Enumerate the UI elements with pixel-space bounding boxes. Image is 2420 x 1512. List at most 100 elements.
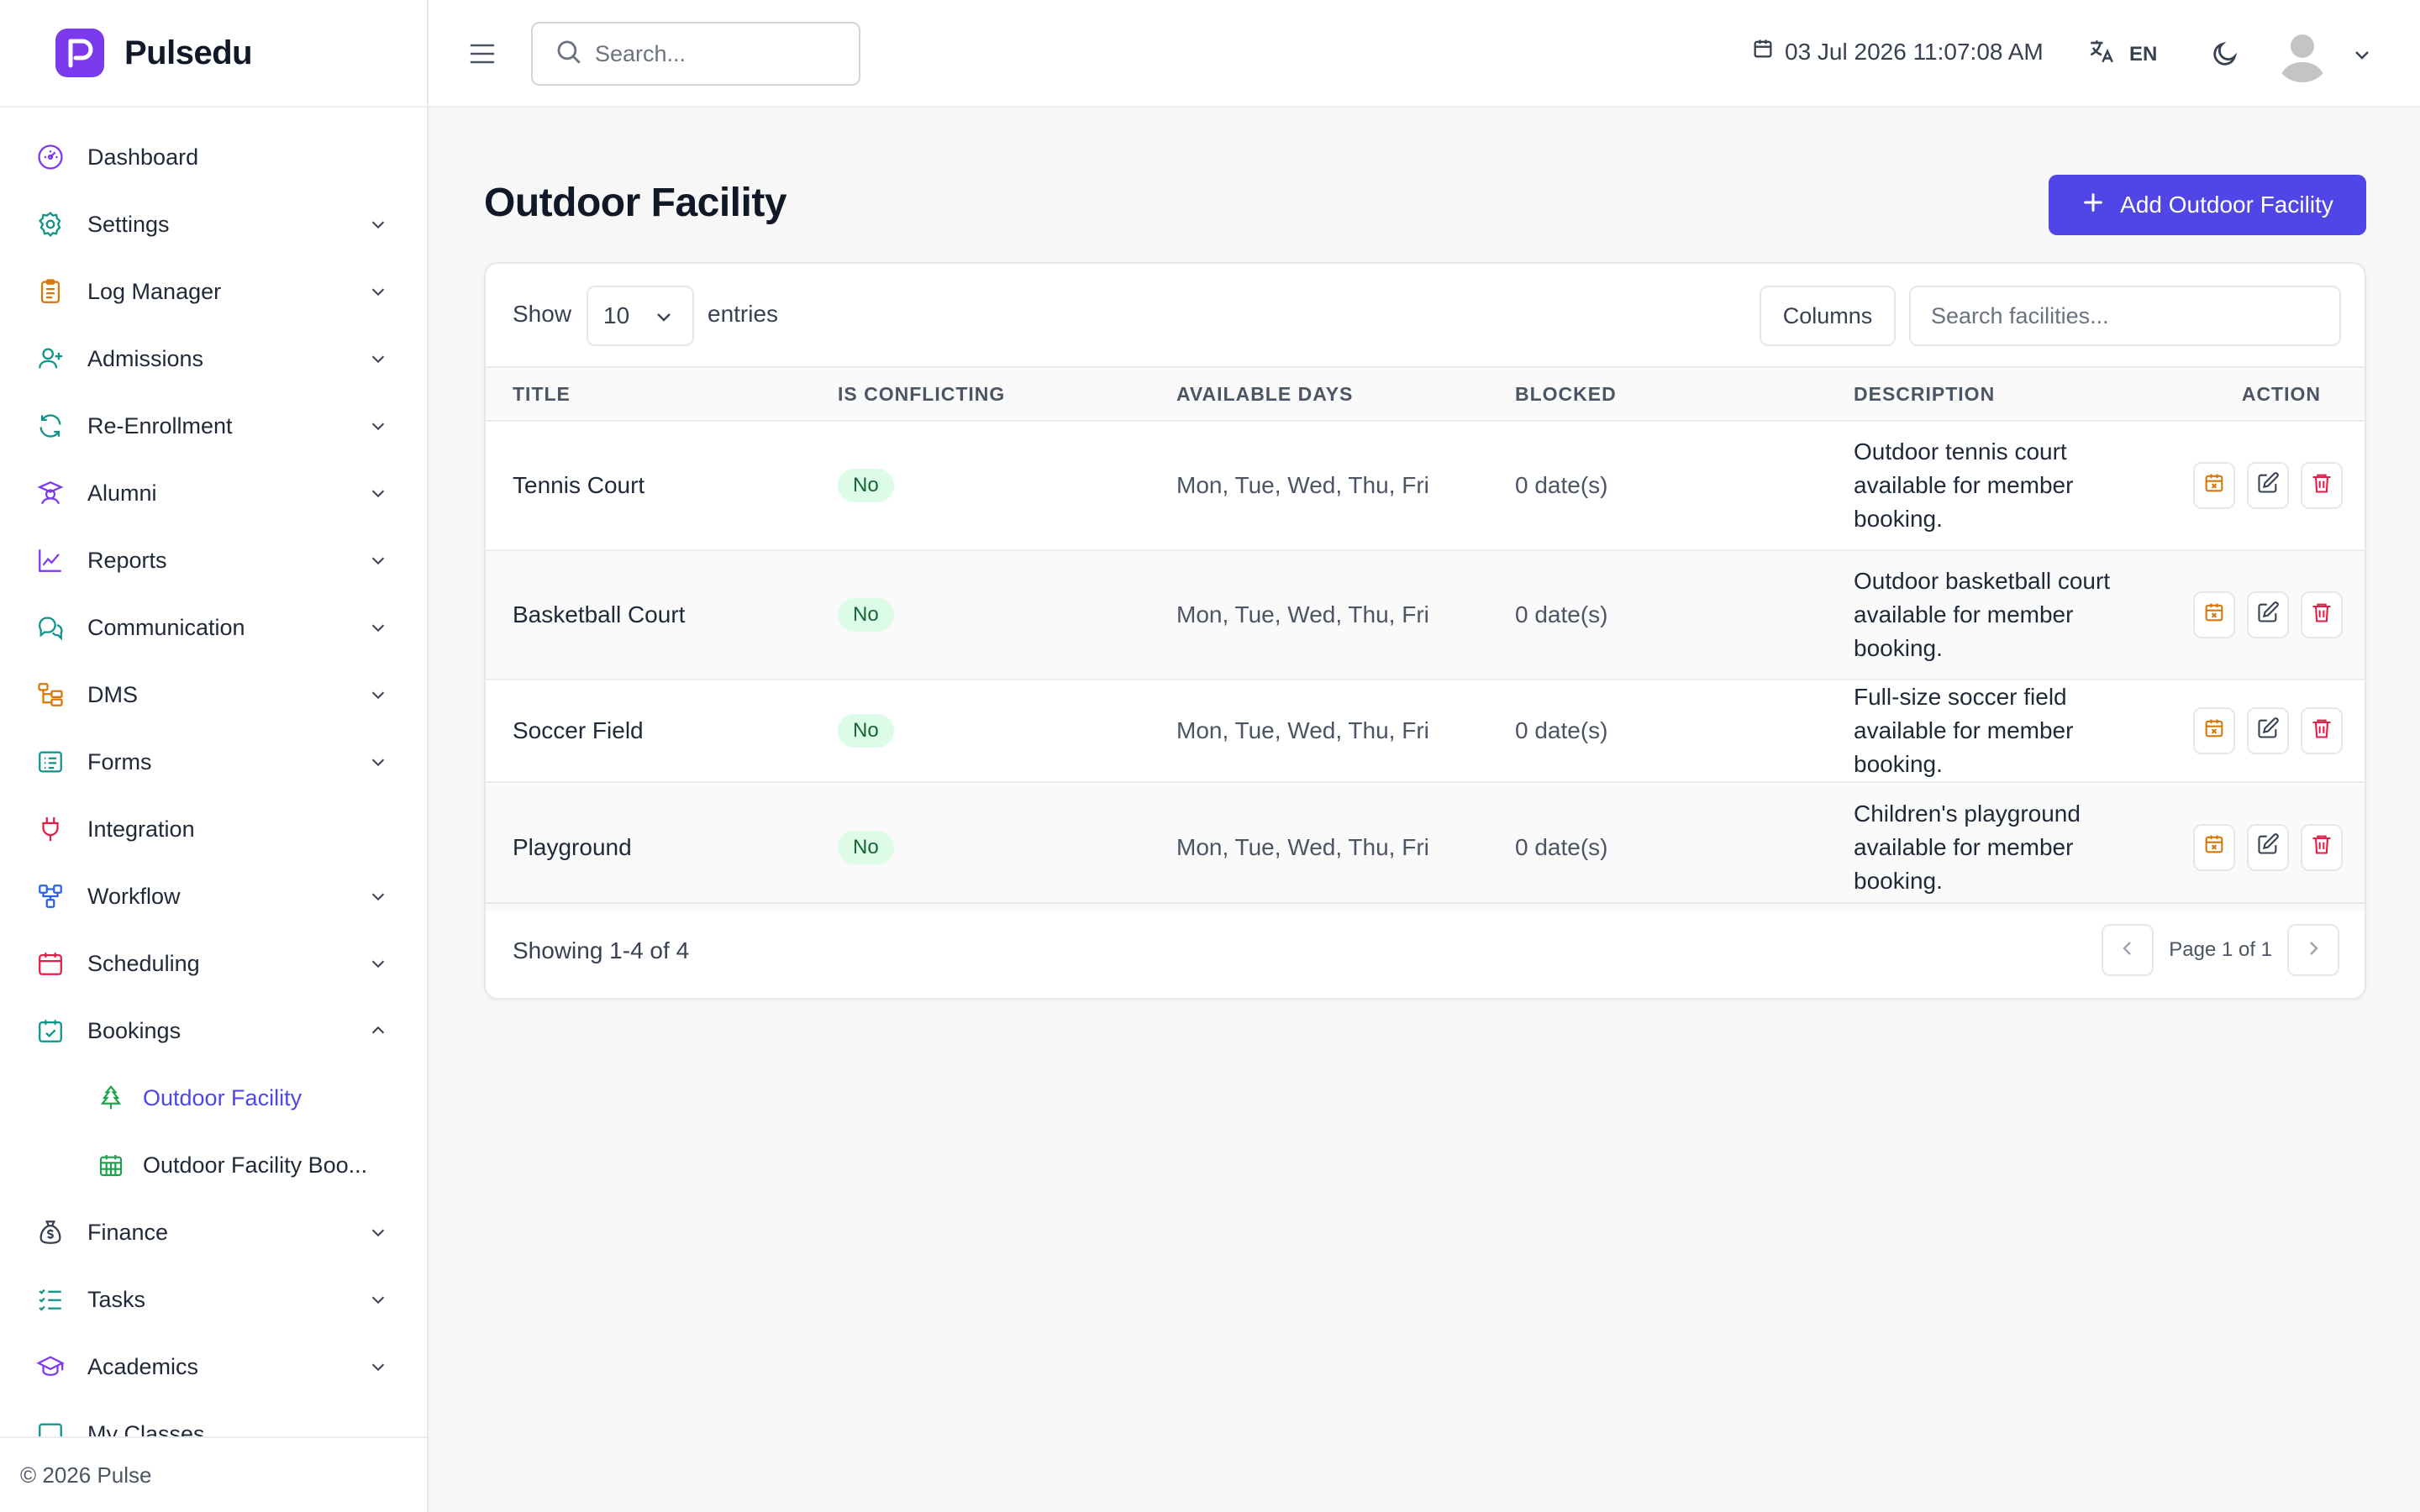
user-avatar[interactable] bbox=[2274, 25, 2331, 82]
line-chart-icon bbox=[34, 543, 67, 577]
sidebar-subitem-outdoor-facility[interactable]: Outdoor Facility bbox=[0, 1064, 427, 1131]
cell-title: Playground bbox=[513, 833, 632, 860]
sidebar-item-re-enrollment[interactable]: Re-Enrollment bbox=[0, 392, 427, 459]
sidebar-item-alumni[interactable]: Alumni bbox=[0, 459, 427, 527]
calendar-icon bbox=[1751, 37, 1775, 66]
cell-blocked: 0 date(s) bbox=[1515, 717, 1608, 743]
add-outdoor-facility-button[interactable]: Add Outdoor Facility bbox=[2049, 175, 2366, 235]
sidebar-item-forms[interactable]: Forms bbox=[0, 728, 427, 795]
chevron-down-icon bbox=[366, 549, 390, 572]
translate-icon bbox=[2087, 37, 2116, 71]
sidebar-item-dms[interactable]: DMS bbox=[0, 661, 427, 728]
chevron-down-icon bbox=[366, 213, 390, 236]
sidebar-item-academics[interactable]: Academics bbox=[0, 1333, 427, 1400]
edit-button[interactable] bbox=[2247, 462, 2289, 509]
dark-mode-toggle-icon[interactable] bbox=[2208, 37, 2242, 71]
sidebar-item-tasks[interactable]: Tasks bbox=[0, 1266, 427, 1333]
sidebar-item-my-classes[interactable]: My Classes bbox=[0, 1400, 427, 1436]
column-header-blocked[interactable]: BLOCKED bbox=[1488, 367, 1827, 421]
sidebar-item-reports[interactable]: Reports bbox=[0, 527, 427, 594]
language-switcher[interactable]: EN bbox=[2087, 37, 2157, 71]
column-header-available-days[interactable]: AVAILABLE DAYS bbox=[1150, 367, 1488, 421]
entries-label: entries bbox=[708, 301, 779, 327]
workflow-icon bbox=[34, 879, 67, 913]
edit-button[interactable] bbox=[2247, 823, 2289, 871]
cell-description: Outdoor tennis court available for membe… bbox=[1854, 438, 2074, 532]
language-code: EN bbox=[2129, 42, 2158, 66]
cell-description: Children's playground available for memb… bbox=[1854, 800, 2081, 894]
delete-button[interactable] bbox=[2301, 591, 2343, 638]
chevron-down-icon bbox=[366, 414, 390, 438]
block-dates-button[interactable] bbox=[2193, 823, 2235, 871]
table-row: Soccer Field No Mon, Tue, Wed, Thu, Fri … bbox=[486, 680, 2365, 782]
calendar-x-icon bbox=[2202, 601, 2226, 630]
sidebar-item-admissions[interactable]: Admissions bbox=[0, 325, 427, 392]
cell-blocked: 0 date(s) bbox=[1515, 601, 1608, 627]
block-dates-button[interactable] bbox=[2193, 591, 2235, 638]
conflicting-badge: No bbox=[838, 598, 894, 632]
table-toolbar: Show 10 entries Columns bbox=[486, 264, 2365, 366]
global-search-input[interactable] bbox=[595, 40, 847, 67]
cell-description: Outdoor basketball court available for m… bbox=[1854, 568, 2111, 661]
column-header-is-conflicting[interactable]: IS CONFLICTING bbox=[811, 367, 1150, 421]
cell-description: Full-size soccer field available for mem… bbox=[1854, 684, 2074, 777]
sidebar-subitem-outdoor-facility-bookings[interactable]: Outdoor Facility Boo... bbox=[0, 1131, 427, 1199]
block-dates-button[interactable] bbox=[2193, 462, 2235, 509]
sidebar-item-workflow[interactable]: Workflow bbox=[0, 863, 427, 930]
sidebar: Pulsedu Dashboard Settings Log Manager A… bbox=[0, 0, 429, 1512]
table-header-row: TITLE IS CONFLICTING AVAILABLE DAYS BLOC… bbox=[486, 367, 2365, 421]
graduate-icon bbox=[34, 476, 67, 510]
brand-logo-icon bbox=[55, 29, 104, 77]
form-icon bbox=[34, 745, 67, 779]
calendar-icon bbox=[34, 947, 67, 980]
search-icon bbox=[555, 38, 583, 71]
add-button-label: Add Outdoor Facility bbox=[2120, 192, 2333, 218]
show-label: Show bbox=[513, 301, 572, 327]
delete-button[interactable] bbox=[2301, 462, 2343, 509]
block-dates-button[interactable] bbox=[2193, 707, 2235, 754]
column-header-title[interactable]: TITLE bbox=[486, 367, 811, 421]
column-header-action: ACTION bbox=[2241, 382, 2321, 405]
sidebar-item-communication[interactable]: Communication bbox=[0, 594, 427, 661]
calendar-x-icon bbox=[2202, 832, 2226, 862]
columns-button[interactable]: Columns bbox=[1760, 286, 1896, 346]
delete-button[interactable] bbox=[2301, 823, 2343, 871]
cell-available-days: Mon, Tue, Wed, Thu, Fri bbox=[1176, 833, 1429, 860]
sidebar-item-log-manager[interactable]: Log Manager bbox=[0, 258, 427, 325]
entries-per-page-select[interactable]: 10 bbox=[587, 286, 694, 346]
sidebar-item-settings[interactable]: Settings bbox=[0, 191, 427, 258]
chevron-down-icon bbox=[366, 1355, 390, 1378]
column-header-description[interactable]: DESCRIPTION bbox=[1827, 367, 2165, 421]
trash-icon bbox=[2310, 601, 2333, 630]
chat-icon bbox=[34, 611, 67, 644]
next-page-button[interactable] bbox=[2287, 924, 2339, 976]
global-search[interactable] bbox=[531, 22, 860, 86]
folder-tree-icon bbox=[34, 678, 67, 711]
sidebar-nav: Dashboard Settings Log Manager Admission… bbox=[0, 123, 427, 1436]
hamburger-menu-icon[interactable] bbox=[466, 37, 499, 71]
calendar-x-icon bbox=[2202, 471, 2226, 501]
chevron-down-icon bbox=[366, 347, 390, 370]
sidebar-item-scheduling[interactable]: Scheduling bbox=[0, 930, 427, 997]
trash-icon bbox=[2310, 717, 2333, 746]
edit-button[interactable] bbox=[2247, 591, 2289, 638]
chevron-down-icon bbox=[366, 280, 390, 303]
money-bag-icon bbox=[34, 1215, 67, 1249]
sidebar-item-finance[interactable]: Finance bbox=[0, 1199, 427, 1266]
sidebar-item-integration[interactable]: Integration bbox=[0, 795, 427, 863]
sidebar-item-bookings[interactable]: Bookings bbox=[0, 997, 427, 1064]
cell-blocked: 0 date(s) bbox=[1515, 833, 1608, 860]
facility-search-input[interactable] bbox=[1909, 286, 2341, 346]
user-menu-chevron-down-icon[interactable] bbox=[2349, 42, 2375, 67]
delete-button[interactable] bbox=[2301, 707, 2343, 754]
sidebar-item-dashboard[interactable]: Dashboard bbox=[0, 123, 427, 191]
edit-button[interactable] bbox=[2247, 707, 2289, 754]
calendar-x-icon bbox=[2202, 717, 2226, 746]
clipboard-icon bbox=[34, 275, 67, 308]
previous-page-button[interactable] bbox=[2102, 924, 2154, 976]
conflicting-badge: No bbox=[838, 469, 894, 502]
cell-title: Soccer Field bbox=[513, 717, 644, 743]
brand[interactable]: Pulsedu bbox=[0, 0, 427, 108]
plug-icon bbox=[34, 812, 67, 846]
page-indicator: Page 1 of 1 bbox=[2169, 938, 2272, 961]
